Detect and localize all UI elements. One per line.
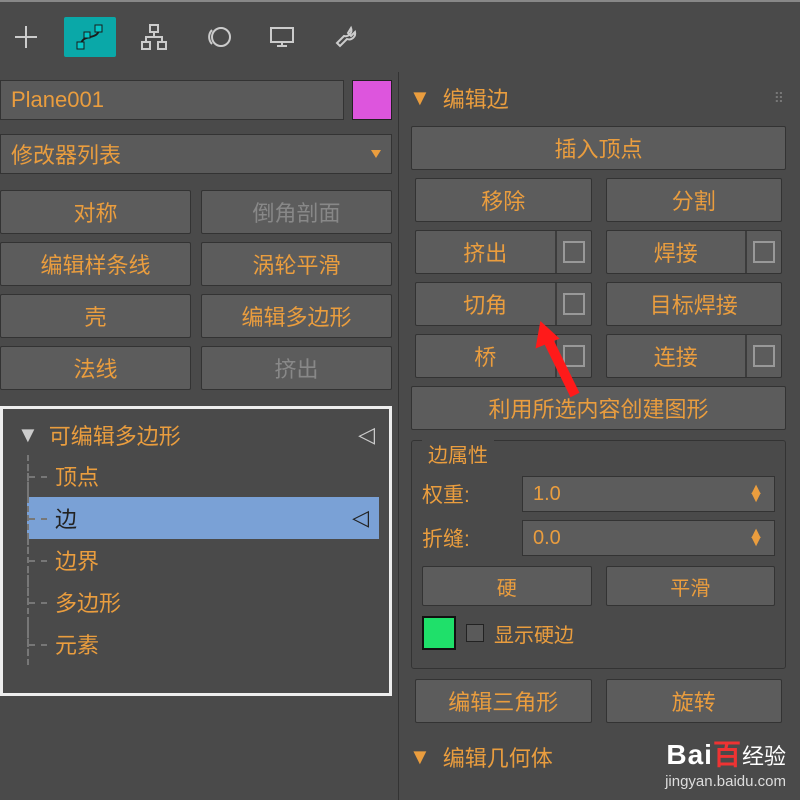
target-weld-button[interactable]: 目标焊接: [606, 282, 783, 326]
show-hard-edge-label: 显示硬边: [494, 619, 574, 648]
crease-spinner[interactable]: 0.0▲▼: [522, 520, 775, 556]
utilities-icon[interactable]: [320, 17, 372, 57]
turn-button[interactable]: 旋转: [606, 679, 783, 723]
stack-item-edge-label: 边: [55, 502, 77, 534]
remove-button[interactable]: 移除: [415, 178, 592, 222]
motion-icon[interactable]: [192, 17, 244, 57]
rollout-edit-geometry-title: 编辑几何体: [443, 741, 553, 773]
stack-header[interactable]: ▼ 可编辑多边形 ◁: [13, 415, 379, 455]
crease-label: 折缝:: [422, 523, 512, 553]
modifier-list-label: 修改器列表: [11, 138, 121, 170]
edit-triangulation-button[interactable]: 编辑三角形: [415, 679, 592, 723]
hierarchy-icon[interactable]: [128, 17, 180, 57]
mod-turbosmooth[interactable]: 涡轮平滑: [201, 242, 392, 286]
split-button[interactable]: 分割: [606, 178, 783, 222]
mod-chamfer-profile[interactable]: 倒角剖面: [201, 190, 392, 234]
settings-box-icon[interactable]: [555, 335, 591, 377]
mod-edit-poly[interactable]: 编辑多边形: [201, 294, 392, 338]
weight-spinner[interactable]: 1.0▲▼: [522, 476, 775, 512]
stack-item-vertex[interactable]: 顶点: [27, 455, 379, 497]
modifier-stack: ▼可编辑多边形◁ 顶点 边◁ 边界 多边形 元素: [0, 406, 392, 696]
bridge-button[interactable]: 桥: [415, 334, 592, 378]
triangle-left-icon: ◁: [358, 422, 375, 448]
spinner-arrows-icon[interactable]: ▲▼: [748, 486, 764, 502]
triangle-down-icon: ▼: [17, 422, 39, 448]
stack-item-polygon[interactable]: 多边形: [27, 581, 379, 623]
stack-item-border[interactable]: 边界: [27, 539, 379, 581]
show-hard-edge-checkbox[interactable]: [466, 624, 484, 642]
settings-box-icon[interactable]: [555, 231, 591, 273]
rollout-edit-edge-title: 编辑边: [443, 82, 509, 114]
edge-attributes-group: 边属性 权重: 1.0▲▼ 折缝: 0.0▲▼ 硬平滑 显示硬边: [411, 440, 786, 669]
modify-icon[interactable]: [64, 17, 116, 57]
stack-header-label: 可编辑多边形: [49, 419, 181, 451]
triangle-down-icon: ▼: [409, 85, 431, 111]
insert-vertex-button[interactable]: 插入顶点: [411, 126, 786, 170]
hard-button[interactable]: 硬: [422, 566, 592, 606]
watermark: Bai百经验 jingyan.baidu.com: [665, 733, 786, 790]
stack-item-edge[interactable]: 边◁: [27, 497, 379, 539]
extrude-button[interactable]: 挤出: [415, 230, 592, 274]
triangle-left-icon: ◁: [352, 505, 369, 531]
triangle-down-icon: ▼: [409, 744, 431, 770]
object-color-swatch[interactable]: [352, 80, 392, 120]
edge-attributes-title: 边属性: [422, 439, 494, 468]
add-icon[interactable]: [0, 17, 52, 57]
left-panel: 修改器列表 对称倒角剖面 编辑样条线涡轮平滑 壳编辑多边形 法线挤出 ▼ 可编辑多…: [0, 72, 398, 800]
connect-button[interactable]: 连接: [606, 334, 783, 378]
create-shape-button[interactable]: 利用所选内容创建图形: [411, 386, 786, 430]
weld-button[interactable]: 焊接: [606, 230, 783, 274]
modifier-buttons: 对称倒角剖面 编辑样条线涡轮平滑 壳编辑多边形 法线挤出: [0, 190, 392, 390]
mod-shell[interactable]: 壳: [0, 294, 191, 338]
settings-box-icon[interactable]: [555, 283, 591, 325]
rollout-edit-edge-header[interactable]: ▼ 编辑边 ⠿: [405, 72, 792, 120]
mod-edit-spline[interactable]: 编辑样条线: [0, 242, 191, 286]
smooth-button[interactable]: 平滑: [606, 566, 776, 606]
modifier-list-dropdown[interactable]: 修改器列表: [0, 134, 392, 174]
settings-box-icon[interactable]: [745, 335, 781, 377]
stack-item-element[interactable]: 元素: [27, 623, 379, 665]
display-icon[interactable]: [256, 17, 308, 57]
settings-box-icon[interactable]: [745, 231, 781, 273]
hard-edge-color-swatch[interactable]: [422, 616, 456, 650]
object-name-input[interactable]: [0, 80, 344, 120]
mod-normal[interactable]: 法线: [0, 346, 191, 390]
weight-label: 权重:: [422, 479, 512, 509]
mod-symmetry[interactable]: 对称: [0, 190, 191, 234]
grip-icon: ⠿: [774, 90, 786, 107]
spinner-arrows-icon[interactable]: ▲▼: [748, 530, 764, 546]
mod-extrude[interactable]: 挤出: [201, 346, 392, 390]
command-panel-toolbar: [0, 0, 800, 72]
right-panel: ▼ 编辑边 ⠿ 插入顶点 移除分割 挤出焊接 切角目标焊接 桥连接 利用所选内容创建…: [398, 72, 800, 800]
chamfer-button[interactable]: 切角: [415, 282, 592, 326]
